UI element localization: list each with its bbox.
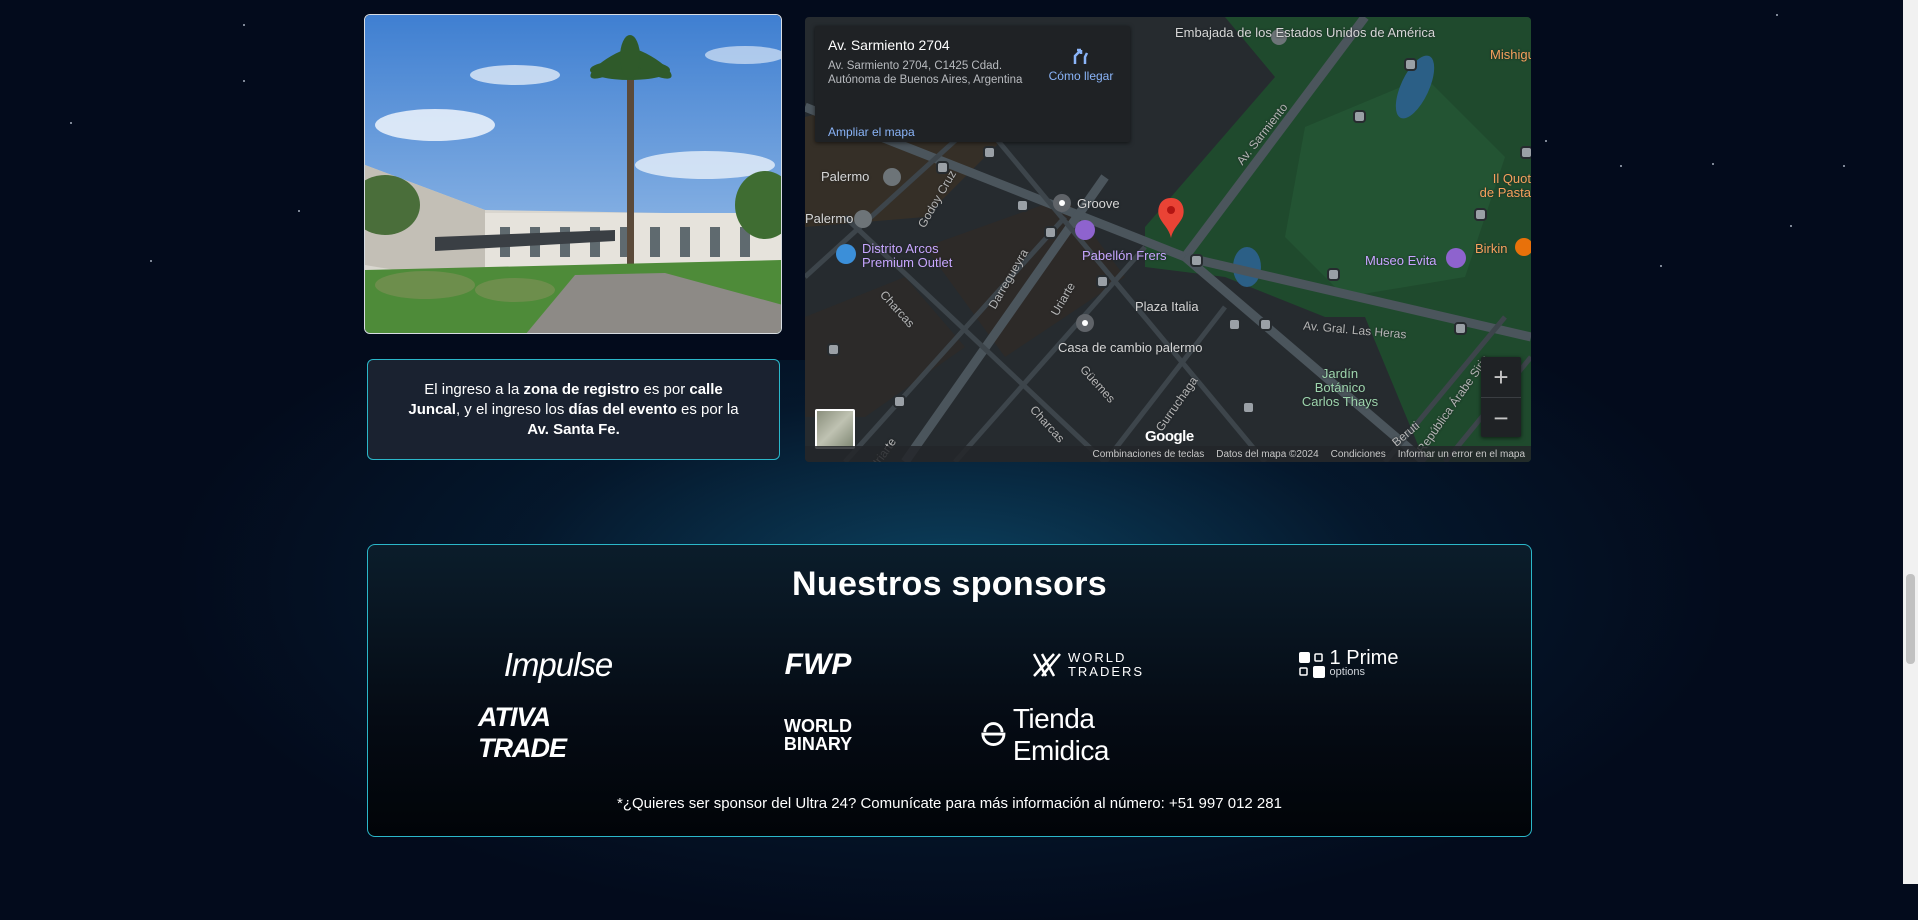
map-attribution: Combinaciones de teclas Datos del mapa ©…	[805, 446, 1531, 462]
map-info-card: Av. Sarmiento 2704 Av. Sarmiento 2704, C…	[815, 26, 1130, 142]
map-data-credit: Datos del mapa ©2024	[1216, 448, 1319, 460]
map-label-palermo-west: Palermo	[805, 211, 854, 226]
world-traders-line-1: WORLD	[1067, 650, 1127, 665]
map-label-distrito-arcos: Distrito Arcos Premium Outlet	[862, 241, 953, 270]
sponsor-logo-world-traders[interactable]: WORLD TRADERS	[1018, 645, 1158, 685]
terms-link[interactable]: Condiciones	[1331, 449, 1386, 460]
note-text-3: , y el ingreso los	[455, 400, 569, 418]
directions-label: Cómo llegar	[1048, 69, 1114, 83]
map-label-il-quot: Il Quot de Pasta	[1479, 171, 1531, 200]
ativa-trade-wordmark: ATIVA TRADE	[478, 702, 567, 763]
directions-button[interactable]: Cómo llegar	[1043, 46, 1119, 83]
map-label-plaza-italia: Plaza Italia	[1135, 299, 1199, 314]
venue-photo	[364, 14, 782, 334]
report-error-link[interactable]: Informar un error en el mapa	[1398, 449, 1525, 460]
zoom-out-button[interactable]: −	[1481, 398, 1521, 438]
sponsor-logo-fwp[interactable]: FWP	[768, 645, 868, 685]
enlarge-map-link[interactable]: Ampliar el mapa	[828, 125, 915, 139]
map-card-address: Av. Sarmiento 2704, C1425 Cdad. Autónoma…	[828, 60, 1023, 86]
note-text-2: es por	[639, 380, 690, 398]
map-label-groove: Groove	[1077, 196, 1120, 211]
embedded-map[interactable]: Embajada de los Estados Unidos de Améric…	[805, 17, 1531, 462]
map-label-jardin-botanico: Jardín Botánico Carlos Thays	[1301, 366, 1379, 409]
sponsor-logo-tienda-emidica[interactable]: Tienda Emidica	[980, 703, 1190, 766]
zoom-controls: + −	[1481, 357, 1521, 437]
google-logo: Google	[1145, 428, 1194, 445]
sponsor-logo-world-binary[interactable]: WORLD BINARY	[768, 715, 868, 755]
page-scrollbar-thumb[interactable]	[1906, 574, 1915, 664]
entrance-note: El ingreso a la zona de registro es por …	[367, 359, 780, 460]
map-label-embassy: Embajada de los Estados Unidos de Améric…	[1175, 25, 1436, 40]
zoom-in-button[interactable]: +	[1481, 357, 1521, 398]
entrance-note-text: El ingreso a la zona de registro es por …	[408, 380, 739, 440]
map-label-mishigue: Mishigue	[1490, 47, 1531, 62]
map-label-birkin: Birkin	[1475, 241, 1508, 256]
note-text-4: es por la	[676, 400, 739, 418]
sponsors-title: Nuestros sponsors	[792, 565, 1107, 603]
sponsor-logo-ativa-trade[interactable]: ATIVA TRADE	[478, 702, 628, 763]
world-binary-line-1: WORLD	[784, 716, 852, 736]
world-traders-line-2: TRADERS	[1067, 664, 1145, 679]
impulse-wordmark: Impulse	[503, 646, 614, 683]
fwp-wordmark: FWP	[784, 648, 852, 681]
note-text-1: El ingreso a la	[424, 380, 524, 398]
map-card-title: Av. Sarmiento 2704	[828, 37, 950, 53]
sponsors-section: Nuestros sponsors Impulse FWP WORLD TRAD…	[367, 544, 1532, 837]
keyboard-shortcuts-link[interactable]: Combinaciones de teclas	[1093, 449, 1205, 460]
directions-icon	[1073, 48, 1089, 64]
map-layer-toggle[interactable]	[815, 409, 855, 449]
map-label-casa-cambio: Casa de cambio palermo	[1058, 340, 1203, 355]
note-bold-1: zona de registro	[523, 380, 640, 398]
sponsor-cta-text: *¿Quieres ser sponsor del Ultra 24? Comu…	[617, 795, 1282, 812]
map-label-palermo-station: Palermo	[821, 169, 870, 184]
tienda-emidica-wordmark: Tienda Emidica	[1012, 703, 1110, 766]
world-binary-line-2: BINARY	[783, 734, 853, 754]
note-bold-4: Av. Santa Fe.	[527, 420, 620, 438]
sponsor-logo-1prime[interactable]: 1 Prime options	[1288, 645, 1408, 685]
page-scrollbar[interactable]	[1903, 0, 1918, 884]
world-traders-icon	[1032, 653, 1061, 677]
sponsor-logo-impulse[interactable]: Impulse	[493, 645, 623, 685]
map-label-pabellon-frers: Pabellón Frers	[1082, 248, 1167, 263]
prime-name: 1 Prime	[1329, 647, 1399, 669]
tienda-emidica-icon	[981, 722, 1006, 746]
note-bold-3: días del evento	[568, 400, 677, 418]
prime-options-icon	[1298, 652, 1325, 678]
map-label-museo-evita: Museo Evita	[1365, 253, 1437, 268]
